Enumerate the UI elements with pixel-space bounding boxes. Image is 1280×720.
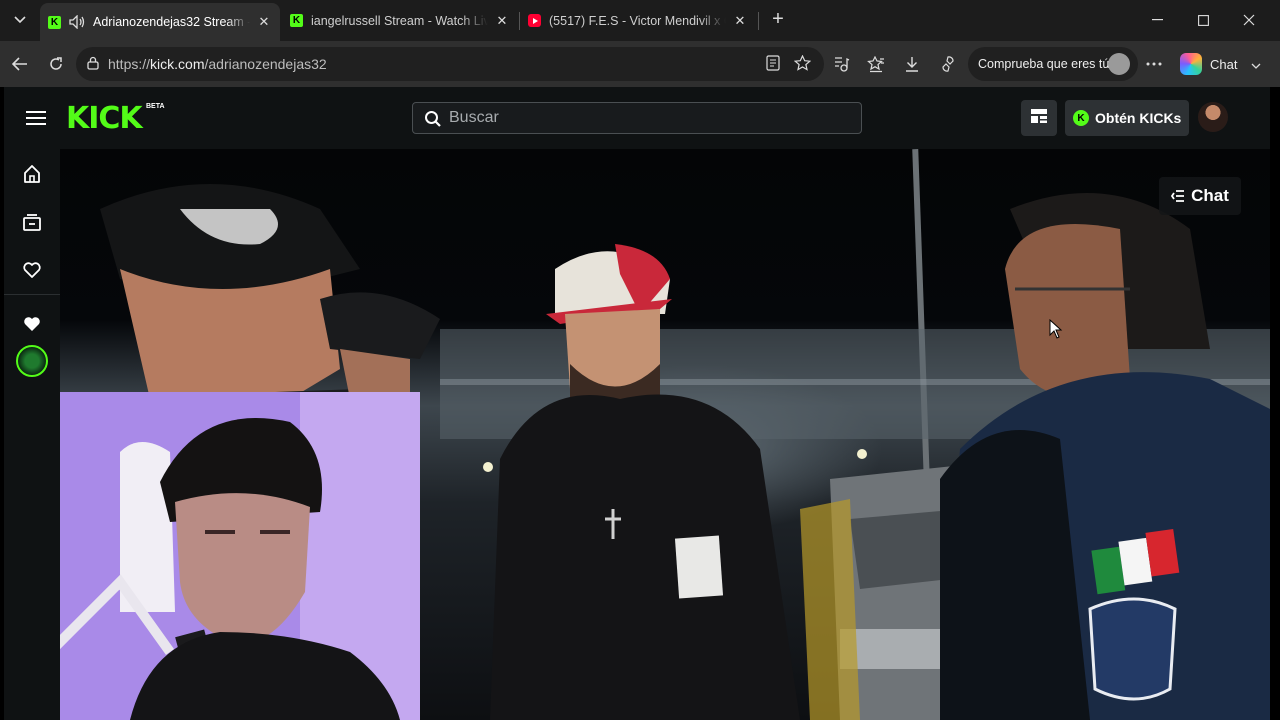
tab-title: Adrianozendejas32 Stream - W: [93, 15, 250, 29]
search-input[interactable]: Buscar: [412, 102, 862, 134]
lock-icon[interactable]: [86, 56, 100, 70]
back-arrow-icon[interactable]: [7, 51, 33, 77]
browse-icon[interactable]: [22, 212, 42, 232]
url-path: /adrianozendejas32: [204, 56, 327, 72]
following-heart-outline-icon[interactable]: [22, 260, 42, 280]
kick-header: KICK BETA Buscar K Obtén KICKs: [4, 87, 1270, 149]
mouse-cursor-icon: [1049, 319, 1063, 339]
home-icon[interactable]: [22, 164, 42, 184]
user-avatar[interactable]: [1198, 102, 1228, 132]
browse-categories-button[interactable]: [1021, 100, 1057, 136]
profile-avatar: [1108, 53, 1130, 75]
url-prefix: https://: [108, 56, 151, 72]
reader-view-icon[interactable]: [766, 55, 780, 74]
close-tab-icon[interactable]: ✕: [732, 13, 748, 29]
hamburger-menu-icon[interactable]: [24, 107, 48, 129]
address-bar[interactable]: https://kick.com/adrianozendejas32: [76, 47, 824, 81]
kick-logo[interactable]: KICK: [66, 101, 143, 136]
collapse-left-icon: [1171, 190, 1185, 202]
url-host: kick.com: [150, 56, 205, 72]
followed-channel-avatar[interactable]: [16, 345, 48, 377]
chat-toggle-label: Chat: [1191, 186, 1229, 205]
downloads-icon[interactable]: [899, 51, 925, 77]
category-grid-icon: [1030, 108, 1048, 129]
streamer-webcam-overlay: [60, 392, 420, 720]
close-window-icon[interactable]: [1226, 0, 1272, 40]
tab-separator: [758, 12, 759, 30]
new-tab-icon[interactable]: +: [766, 8, 790, 32]
get-kicks-label: Obtén KICKs: [1095, 110, 1182, 126]
tab-actions-menu-icon[interactable]: [6, 6, 34, 34]
search-placeholder: Buscar: [449, 109, 499, 126]
tab-iangelrussell[interactable]: K iangelrussell Stream - Watch Live ✕: [282, 4, 518, 37]
favorites-collection-icon[interactable]: [863, 51, 889, 77]
search-icon: [424, 110, 442, 128]
copilot-icon: [1180, 53, 1202, 75]
kick-page: KICK BETA Buscar K Obtén KICKs Chat: [4, 87, 1270, 720]
media-control-icon[interactable]: [828, 51, 854, 77]
kick-sidebar: [4, 149, 60, 720]
close-tab-icon[interactable]: ✕: [256, 14, 272, 30]
copilot-chat-button[interactable]: Chat: [1174, 49, 1270, 79]
browser-toolbar: https://kick.com/adrianozendejas32 Compr…: [0, 41, 1280, 87]
kick-favicon-icon: K: [48, 15, 61, 29]
copilot-chat-label: Chat: [1210, 56, 1238, 72]
audio-playing-icon[interactable]: [69, 15, 85, 29]
chevron-down-icon: [1251, 57, 1261, 72]
more-options-icon[interactable]: [1141, 51, 1167, 77]
kick-favicon-icon: K: [290, 14, 303, 27]
video-player[interactable]: Chat: [60, 149, 1270, 720]
maximize-icon[interactable]: [1180, 0, 1226, 40]
profile-button[interactable]: Comprueba que eres tú: [968, 47, 1138, 81]
minimize-icon[interactable]: [1134, 0, 1180, 40]
kicks-coin-icon: K: [1073, 110, 1089, 126]
sidebar-divider: [4, 294, 60, 295]
youtube-favicon-icon: [528, 14, 541, 27]
tab-youtube-fes[interactable]: (5517) F.E.S - Victor Mendivil x Om ✕: [520, 4, 756, 37]
tab-title: (5517) F.E.S - Victor Mendivil x Om: [549, 13, 726, 28]
chat-toggle-button[interactable]: Chat: [1159, 177, 1241, 215]
browser-essentials-icon[interactable]: [935, 51, 961, 77]
reload-icon[interactable]: [43, 51, 69, 77]
get-kicks-button[interactable]: K Obtén KICKs: [1065, 100, 1189, 136]
following-heart-filled-icon[interactable]: [22, 314, 42, 334]
favorite-star-icon[interactable]: [793, 54, 812, 74]
webcam-frame: [60, 392, 420, 720]
close-tab-icon[interactable]: ✕: [494, 13, 510, 29]
profile-label: Comprueba que eres tú: [978, 57, 1110, 71]
browser-tab-bar: K Adrianozendejas32 Stream - W ✕ K iange…: [0, 0, 1280, 41]
tab-adrianozendejas32[interactable]: K Adrianozendejas32 Stream - W ✕: [40, 3, 280, 41]
beta-badge: BETA: [146, 103, 165, 110]
tab-title: iangelrussell Stream - Watch Live: [311, 13, 488, 28]
